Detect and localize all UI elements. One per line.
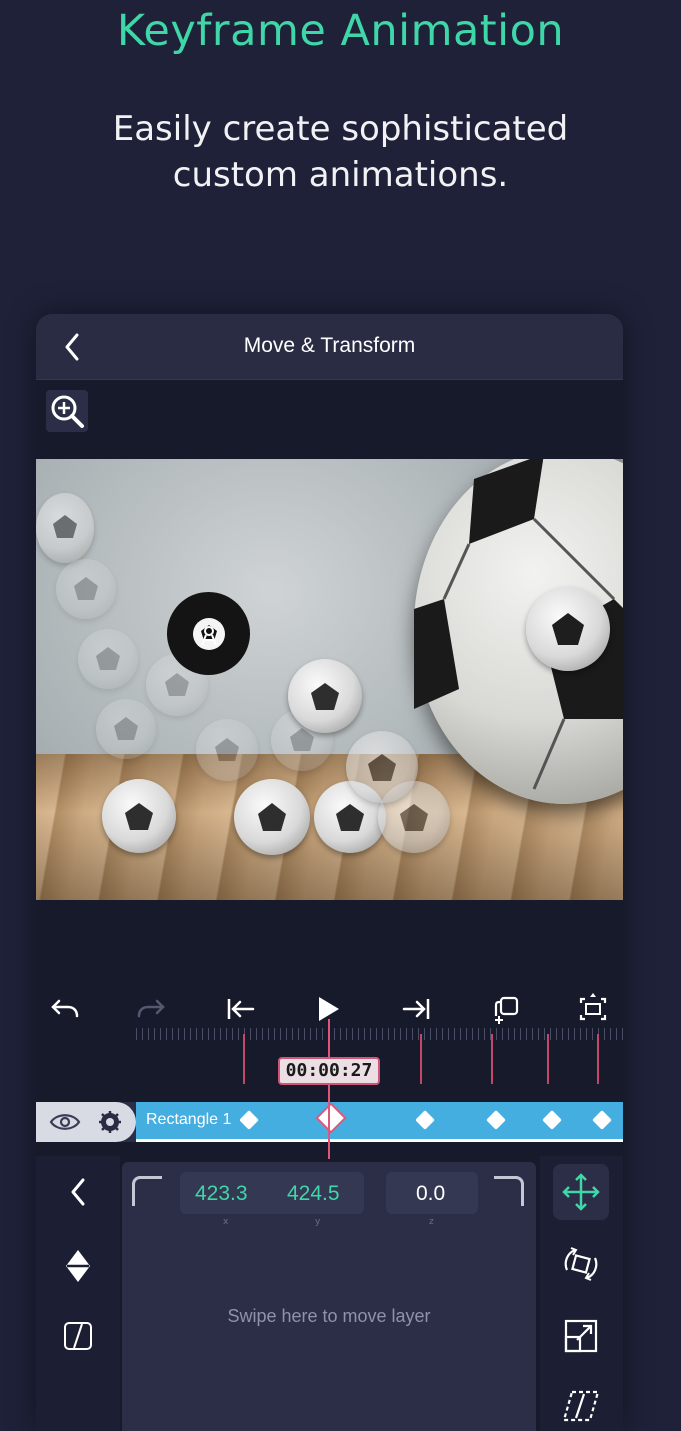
layer-name: Rectangle 1 — [146, 1111, 232, 1128]
promo-subtitle: Easily create sophisticated custom anima… — [112, 109, 569, 195]
chevron-left-icon — [71, 1178, 85, 1206]
layer-clip[interactable]: Rectangle 1 — [136, 1102, 623, 1142]
scale-icon — [564, 1319, 598, 1353]
keyframe-diamond[interactable] — [239, 1110, 259, 1130]
zoom-button[interactable] — [46, 390, 88, 432]
canvas-padding — [36, 900, 623, 984]
ruler-ticks — [136, 1028, 623, 1040]
skip-to-end-icon — [402, 999, 430, 1019]
eye-icon — [49, 1114, 81, 1130]
ball-ghost — [36, 493, 94, 563]
y-axis-label: y — [315, 1217, 321, 1227]
playhead[interactable] — [328, 1019, 330, 1159]
redo-icon — [137, 999, 165, 1018]
visibility-toggle[interactable] — [48, 1108, 82, 1136]
skip-back-button[interactable] — [223, 992, 257, 1026]
layer-settings-button[interactable] — [96, 1108, 124, 1136]
x-axis-label: x — [223, 1217, 229, 1227]
z-value[interactable]: 0.0 — [416, 1182, 445, 1206]
nav-bar: Move & Transform — [36, 314, 623, 380]
rotate-tool-button[interactable] — [553, 1236, 609, 1292]
track-controls — [36, 1102, 136, 1142]
right-toolbar — [540, 1156, 623, 1431]
keyframe-diamond-selected[interactable] — [318, 1105, 344, 1131]
zoom-in-icon — [51, 395, 84, 428]
anchor-point-icon — [192, 617, 225, 650]
skip-to-start-icon — [227, 999, 255, 1019]
promo-title: Keyframe Animation — [116, 6, 565, 56]
page-title: Move & Transform — [243, 334, 416, 357]
ball — [288, 659, 362, 733]
keyframe-diamond[interactable] — [592, 1110, 612, 1130]
rotate-3d-icon — [564, 1247, 598, 1281]
keyframe-marker — [597, 1034, 599, 1084]
keyframe-diamond[interactable] — [415, 1110, 435, 1130]
duplicate-keyframe-button[interactable] — [489, 992, 523, 1026]
move-tool-button[interactable] — [553, 1164, 609, 1220]
z-axis-label: z — [429, 1217, 434, 1227]
ball — [526, 587, 610, 671]
copy-add-icon — [494, 996, 519, 1024]
keyframe-diamond[interactable] — [486, 1110, 506, 1130]
keyframe-button[interactable] — [56, 1244, 100, 1288]
keyframe-marker — [420, 1034, 422, 1084]
skew-icon — [562, 1390, 600, 1422]
transform-editor[interactable]: 423.3 424.5 x y 0.0 z Swipe here to move… — [122, 1162, 536, 1431]
keyframe-marker — [547, 1034, 549, 1084]
keyframe-diamond[interactable] — [542, 1110, 562, 1130]
app-screen: Move & Transform 00:00:27 Rectangle 1 42… — [36, 314, 623, 1431]
ball — [346, 731, 418, 803]
collapse-button[interactable] — [56, 1170, 100, 1214]
undo-button[interactable] — [48, 992, 82, 1026]
ball — [234, 779, 310, 855]
fit-screen-button[interactable] — [576, 992, 610, 1026]
selected-layer[interactable] — [167, 592, 250, 675]
x-value[interactable]: 423.3 — [195, 1182, 248, 1206]
ball-ghost — [196, 719, 258, 781]
gear-icon — [99, 1111, 121, 1133]
keyframe-marker — [491, 1034, 493, 1084]
undo-icon — [51, 999, 79, 1018]
scale-tool-button[interactable] — [553, 1308, 609, 1364]
crop-fullscreen-icon — [579, 993, 607, 1021]
ball-ghost — [78, 629, 138, 689]
current-time: 00:00:27 — [278, 1057, 380, 1085]
redo-button[interactable] — [134, 992, 168, 1026]
y-value[interactable]: 424.5 — [287, 1182, 340, 1206]
preview-canvas[interactable] — [36, 459, 623, 900]
mirror-button[interactable] — [56, 1314, 100, 1358]
corner-bracket — [494, 1176, 524, 1206]
skew-tool-button[interactable] — [553, 1378, 609, 1431]
ball — [102, 779, 176, 853]
keyframe-marker — [243, 1034, 245, 1084]
skip-forward-button[interactable] — [400, 992, 434, 1026]
corner-bracket — [132, 1176, 162, 1206]
swipe-hint: Swipe here to move layer — [227, 1306, 431, 1326]
mirror-icon — [64, 1322, 92, 1350]
left-toolbar — [36, 1156, 120, 1431]
ball-ghost — [56, 559, 116, 619]
move-arrows-icon — [562, 1173, 600, 1211]
keyframe-icon — [66, 1250, 90, 1282]
